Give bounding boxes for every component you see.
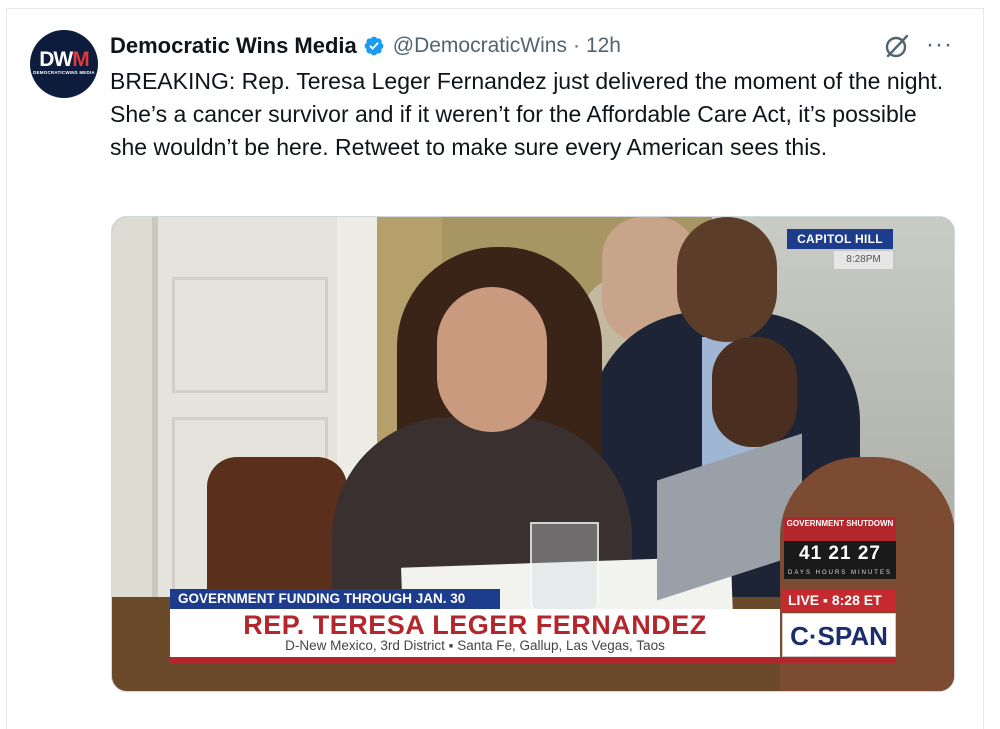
headline-bar: GOVERNMENT FUNDING THROUGH JAN. 30 — [170, 589, 500, 609]
display-name[interactable]: Democratic Wins Media — [110, 33, 357, 59]
live-badge: LIVE ▪ 8:28 ET — [782, 589, 896, 611]
lower-third-strip — [170, 657, 896, 663]
scene-woman-face — [437, 287, 547, 432]
tweet-header: Democratic Wins Media @DemocraticWins · … — [110, 31, 621, 61]
avatar-logo: DWM — [39, 48, 89, 71]
separator-dot: · — [572, 34, 580, 57]
grok-icon[interactable] — [883, 32, 911, 60]
shutdown-countdown: 41 21 27 — [784, 541, 896, 567]
tweet-text: BREAKING: Rep. Teresa Leger Fernandez ju… — [110, 68, 944, 160]
location-time: 8:28PM — [834, 251, 893, 269]
lower-third: REP. TERESA LEGER FERNANDEZ D-New Mexico… — [170, 609, 780, 657]
scene-man-hands — [712, 337, 797, 447]
shutdown-label: GOVERNMENT SHUTDOWN — [784, 517, 896, 541]
network-logo: C·SPAN — [782, 613, 896, 657]
countdown-units: DAYS HOURS MINUTES — [784, 567, 896, 579]
scene-man-head — [677, 217, 777, 342]
tweet-media-video[interactable]: CAPITOL HILL 8:28PM GOVERNMENT SHUTDOWN … — [111, 216, 955, 692]
speaker-name: REP. TERESA LEGER FERNANDEZ — [243, 610, 707, 640]
timestamp[interactable]: 12h — [586, 34, 621, 58]
more-icon[interactable]: ··· — [926, 33, 952, 58]
scene-water-glass — [530, 522, 599, 611]
verified-badge-icon[interactable] — [363, 35, 385, 57]
location-bug: CAPITOL HILL — [787, 229, 893, 249]
handle[interactable]: @DemocraticWins — [393, 34, 567, 58]
scene-door-panel — [172, 277, 328, 393]
avatar[interactable]: DWM DEMOCRATICWINS MEDIA — [30, 30, 98, 98]
avatar-logo-subtitle: DEMOCRATICWINS MEDIA — [33, 70, 95, 75]
speaker-detail: D-New Mexico, 3rd District ▪ Santa Fe, G… — [285, 638, 665, 653]
